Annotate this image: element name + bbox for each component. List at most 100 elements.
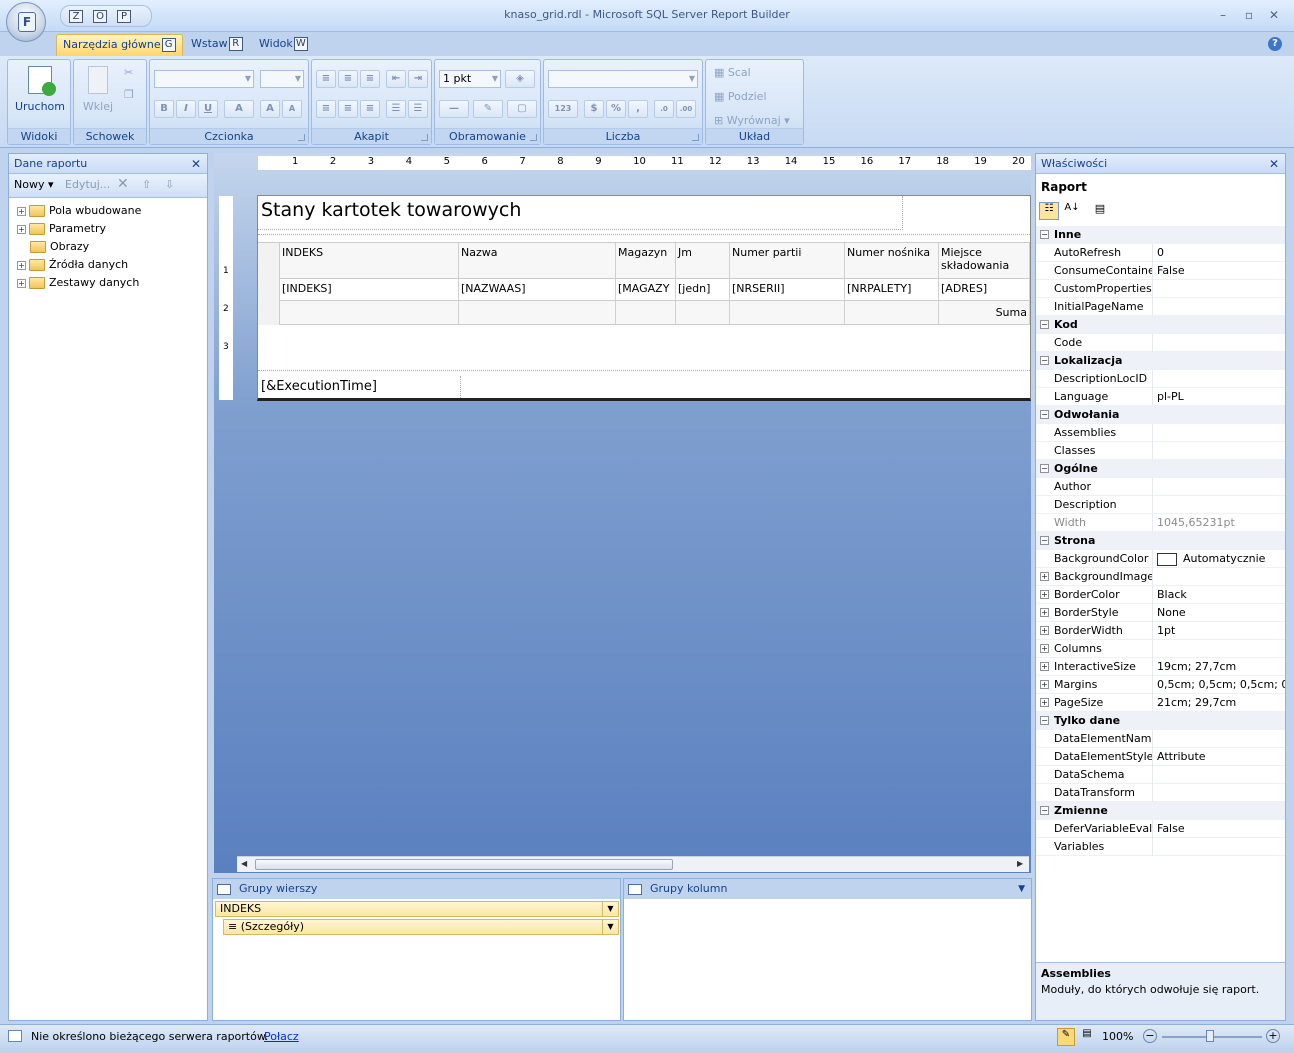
increase-decimal-icon[interactable]: .0 [654, 100, 674, 118]
qat-key-save[interactable]: Z [69, 10, 83, 23]
collapse-icon[interactable]: − [1040, 464, 1049, 473]
property-row[interactable]: Description [1036, 496, 1285, 514]
maximize-icon[interactable]: ▫ [1242, 9, 1256, 21]
property-row[interactable]: Assemblies [1036, 424, 1285, 442]
sum-label[interactable]: Suma [939, 301, 1030, 325]
property-value[interactable]: False [1152, 262, 1285, 280]
align-left-icon[interactable]: ≡ [316, 100, 336, 118]
line-style-icon[interactable]: — [439, 100, 469, 118]
header-cell[interactable]: Jm [676, 243, 730, 279]
property-row[interactable]: AutoRefresh 0 [1036, 244, 1285, 262]
header-cell[interactable]: Nazwa [459, 243, 616, 279]
expand-icon[interactable]: + [1040, 626, 1049, 635]
detail-cell[interactable]: [NAZWAAS] [459, 279, 616, 301]
new-button[interactable]: Nowy ▾ [14, 178, 54, 191]
obramowanie-dialog-launcher-icon[interactable] [530, 134, 537, 141]
scroll-thumb[interactable] [255, 859, 673, 870]
row-group-details[interactable]: ≡ (Szczegóły) ▼ [223, 919, 619, 935]
collapse-icon[interactable]: − [1040, 806, 1049, 815]
move-down-icon[interactable]: ⇩ [165, 178, 174, 191]
chevron-down-icon[interactable]: ▼ [602, 920, 618, 934]
property-category[interactable]: − Lokalizacja [1036, 352, 1285, 370]
row-group-indeks[interactable]: INDEKS ▼ [215, 901, 619, 917]
property-value[interactable] [1152, 640, 1285, 658]
property-row[interactable]: ConsumeContaine False [1036, 262, 1285, 280]
property-row[interactable]: + BorderStyle None [1036, 604, 1285, 622]
qat-key-redo[interactable]: P [117, 10, 131, 23]
property-row[interactable]: DataElementName [1036, 730, 1285, 748]
property-value[interactable]: 0,5cm; 0,5cm; 0,5cm; 0,5cm [1152, 676, 1285, 694]
tree-item-parameters[interactable]: + Parametry [17, 220, 106, 238]
liczba-dialog-launcher-icon[interactable] [692, 134, 699, 141]
fill-color-icon[interactable]: ◈ [505, 70, 535, 88]
property-value[interactable]: 1045,65231pt [1152, 514, 1285, 532]
close-icon[interactable]: ✕ [191, 154, 201, 174]
collapse-icon[interactable]: − [1040, 320, 1049, 329]
expand-icon[interactable]: + [17, 206, 26, 216]
total-cell[interactable] [730, 301, 845, 325]
total-cell[interactable] [459, 301, 616, 325]
property-value[interactable]: Black [1152, 586, 1285, 604]
decrease-decimal-icon[interactable]: .00 [676, 100, 696, 118]
detail-cell[interactable]: [INDEKS] [280, 279, 459, 301]
horizontal-scrollbar[interactable]: ◀ ▶ [237, 856, 1029, 872]
scroll-left-icon[interactable]: ◀ [241, 859, 247, 868]
property-category[interactable]: − Odwołania [1036, 406, 1285, 424]
property-row[interactable]: DescriptionLocID [1036, 370, 1285, 388]
move-up-icon[interactable]: ⇧ [142, 178, 151, 191]
total-cell[interactable] [280, 301, 459, 325]
total-cell[interactable] [676, 301, 730, 325]
property-row[interactable]: DataSchema [1036, 766, 1285, 784]
property-value[interactable]: Attribute [1152, 748, 1285, 766]
expand-icon[interactable]: + [17, 260, 26, 270]
expand-icon[interactable]: + [1040, 698, 1049, 707]
paste-button[interactable]: Wklej [78, 64, 118, 113]
expand-icon[interactable]: + [1040, 644, 1049, 653]
property-value[interactable] [1152, 838, 1285, 856]
shrink-font-icon[interactable]: A [282, 100, 302, 118]
property-pages-icon[interactable]: ▤ [1090, 202, 1110, 220]
detail-cell[interactable]: [ADRES] [939, 279, 1030, 301]
header-cell[interactable]: Numer partii [730, 243, 845, 279]
align-right-icon[interactable]: ≡ [360, 100, 380, 118]
property-value[interactable]: Automatycznie [1152, 550, 1285, 568]
header-cell[interactable]: Numer nośnika [845, 243, 939, 279]
property-row[interactable]: + BackgroundImage [1036, 568, 1285, 586]
tree-item-datasets[interactable]: + Zestawy danych [17, 274, 139, 292]
tab-view[interactable]: Widok W [253, 34, 314, 56]
property-value[interactable]: None [1152, 604, 1285, 622]
property-value[interactable] [1152, 730, 1285, 748]
property-row[interactable]: + Margins 0,5cm; 0,5cm; 0,5cm; 0,5cm [1036, 676, 1285, 694]
tree-item-images[interactable]: Obrazy [30, 238, 89, 256]
total-cell[interactable] [616, 301, 676, 325]
property-row[interactable]: Variables [1036, 838, 1285, 856]
tree-item-data-sources[interactable]: + Źródła danych [17, 256, 128, 274]
property-row[interactable]: Language pl-PL [1036, 388, 1285, 406]
grow-font-icon[interactable]: A [260, 100, 280, 118]
font-color-button[interactable]: A [224, 100, 254, 118]
align-middle-icon[interactable]: ≡ [338, 70, 358, 88]
property-category[interactable]: − Tylko dane [1036, 712, 1285, 730]
delete-icon[interactable]: ✕ [117, 176, 129, 192]
property-value[interactable]: 1pt [1152, 622, 1285, 640]
border-width-combo[interactable]: 1 pkt ▼ [439, 70, 501, 88]
expand-icon[interactable]: + [1040, 680, 1049, 689]
property-value[interactable]: pl-PL [1152, 388, 1285, 406]
chevron-down-icon[interactable]: ▼ [1018, 879, 1025, 899]
borders-icon[interactable]: ▢ [507, 100, 537, 118]
preview-view-icon[interactable]: ▤ [1078, 1028, 1096, 1046]
design-view-icon[interactable]: ✎ [1057, 1028, 1075, 1046]
tab-home[interactable]: Narzędzia główne G [56, 34, 183, 56]
bold-button[interactable]: B [154, 100, 174, 118]
connect-link[interactable]: Połacz [264, 1030, 299, 1043]
property-value[interactable] [1152, 496, 1285, 514]
property-value[interactable] [1152, 298, 1285, 316]
property-value[interactable] [1152, 424, 1285, 442]
align-top-icon[interactable]: ≡ [316, 70, 336, 88]
italic-button[interactable]: I [176, 100, 196, 118]
property-category[interactable]: − Kod [1036, 316, 1285, 334]
akapit-dialog-launcher-icon[interactable] [421, 134, 428, 141]
property-value[interactable] [1152, 280, 1285, 298]
property-row[interactable]: DataElementStyle Attribute [1036, 748, 1285, 766]
header-cell[interactable]: Magazyn [616, 243, 676, 279]
